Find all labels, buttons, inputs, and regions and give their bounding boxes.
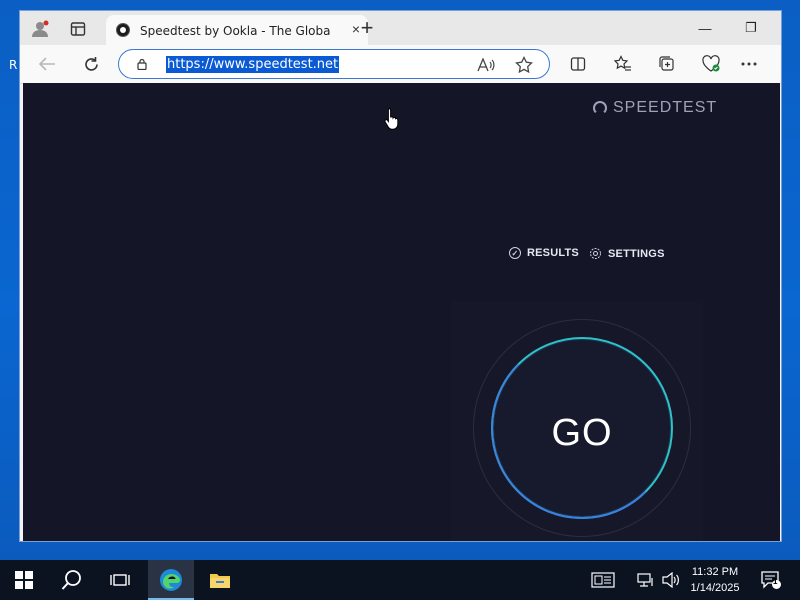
notification-count: 1 — [773, 577, 778, 586]
clock-date: 1/14/2025 — [690, 582, 740, 594]
more-icon[interactable] — [736, 51, 762, 77]
speedometer-icon — [593, 101, 607, 115]
address-bar[interactable]: https://www.speedtest.net — [118, 49, 550, 79]
results-label: RESULTS — [527, 247, 579, 259]
search-icon[interactable] — [52, 560, 92, 600]
taskbar: 11:32 PM 1/14/2025 1 — [0, 560, 800, 600]
desktop-text-fragment: R — [9, 58, 18, 72]
collections-icon[interactable] — [654, 51, 680, 77]
brand-text: SPEEDTEST — [613, 99, 718, 116]
volume-icon[interactable] — [660, 560, 682, 600]
speedtest-favicon-icon — [116, 23, 130, 37]
url-text[interactable]: https://www.speedtest.net — [166, 56, 340, 73]
speedtest-page: SPEEDTEST ✓ RESULTS SETTINGS GO — [23, 83, 780, 541]
tab-strip: Speedtest by Ookla - The Global Br × + —… — [20, 11, 781, 46]
split-screen-icon[interactable] — [565, 51, 591, 77]
clock-time: 11:32 PM — [691, 566, 739, 578]
news-widget-icon[interactable] — [588, 560, 618, 600]
network-icon[interactable] — [634, 560, 658, 600]
favorite-star-icon[interactable] — [513, 54, 535, 76]
windows-start-icon[interactable] — [4, 560, 44, 600]
back-arrow-icon[interactable] — [32, 50, 62, 78]
minimize-button[interactable]: — — [682, 11, 728, 45]
favorites-icon[interactable] — [610, 51, 636, 77]
lock-icon[interactable] — [137, 58, 147, 70]
browser-window: Speedtest by Ookla - The Global Br × + —… — [19, 10, 782, 542]
restore-button[interactable]: ❐ — [728, 11, 774, 45]
go-button[interactable]: GO — [521, 401, 643, 465]
tab-title: Speedtest by Ookla - The Global Br — [140, 23, 330, 38]
tab-speedtest[interactable]: Speedtest by Ookla - The Global Br × — [106, 15, 368, 46]
gear-icon — [590, 248, 601, 259]
task-view-icon[interactable] — [100, 560, 140, 600]
notifications-icon[interactable]: 1 — [756, 560, 786, 600]
tab-actions-icon[interactable] — [64, 15, 92, 43]
speedtest-logo[interactable]: SPEEDTEST — [593, 99, 717, 117]
file-explorer-icon[interactable] — [200, 560, 240, 600]
hand-cursor-icon — [384, 108, 399, 130]
profile-icon[interactable] — [26, 15, 54, 43]
system-clock[interactable]: 11:32 PM 1/14/2025 — [684, 564, 746, 596]
results-link[interactable]: ✓ RESULTS — [509, 247, 579, 259]
edge-browser-icon[interactable] — [148, 560, 194, 600]
settings-link[interactable]: SETTINGS — [589, 247, 665, 260]
check-circle-icon: ✓ — [509, 247, 521, 259]
browser-essentials-icon[interactable] — [698, 51, 724, 77]
refresh-icon[interactable] — [76, 50, 106, 78]
read-aloud-icon[interactable] — [475, 54, 497, 76]
new-tab-button[interactable]: + — [352, 14, 382, 42]
browser-toolbar: https://www.speedtest.net — [20, 45, 781, 84]
settings-label: SETTINGS — [608, 247, 665, 260]
